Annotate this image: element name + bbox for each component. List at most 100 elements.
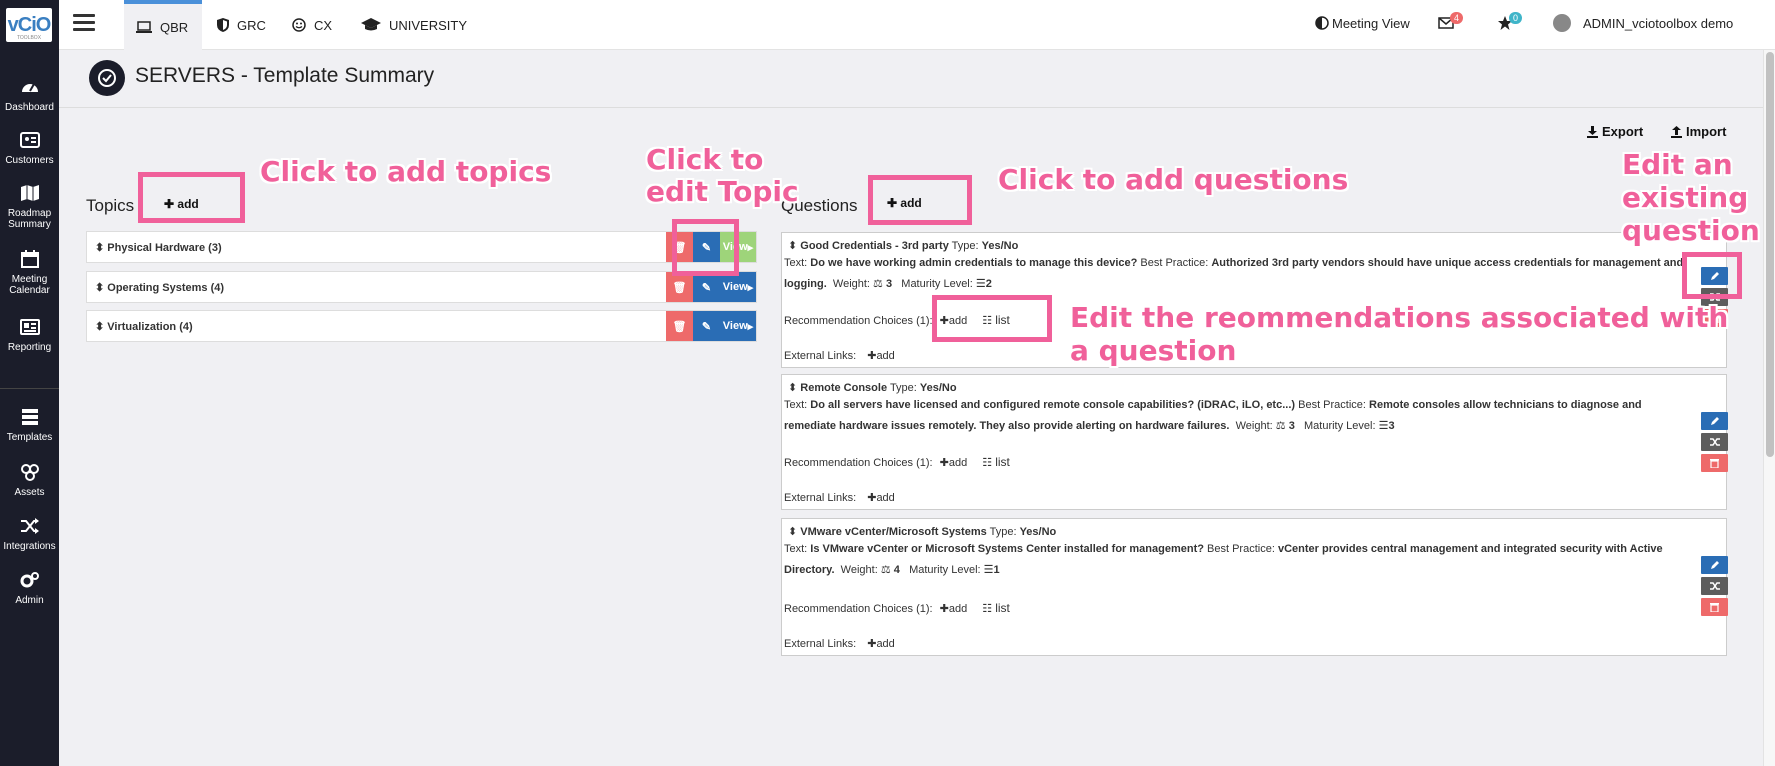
page-title: SERVERS - Template Summary bbox=[135, 64, 435, 87]
add-external-link-button[interactable]: ✚add bbox=[867, 492, 895, 504]
view-topic-button[interactable]: View ▸ bbox=[720, 272, 756, 302]
shuffle-icon bbox=[1709, 582, 1720, 590]
scrollbar[interactable] bbox=[1763, 50, 1775, 766]
list-ol-icon: ☰ bbox=[975, 278, 986, 290]
sidebar-item-assets[interactable]: Assets bbox=[0, 463, 59, 498]
question-card: ⬍ Remote Console Type: Yes/No Text: Do a… bbox=[781, 374, 1728, 510]
annotation-add-questions: Click to add questions bbox=[998, 163, 1349, 196]
user-menu[interactable]: ADMIN_vciotoolbox demo bbox=[1553, 0, 1733, 46]
sidebar-item-reporting[interactable]: Reporting bbox=[0, 318, 59, 353]
map-icon bbox=[20, 185, 39, 201]
app-logo[interactable]: vCiO TOOLBOX bbox=[6, 8, 52, 42]
annotation-edit-recs-line2: a question bbox=[1070, 334, 1237, 367]
shield-icon bbox=[217, 18, 229, 32]
sidebar: vCiO TOOLBOX Dashboard Customers Roadmap… bbox=[0, 0, 59, 766]
templates-icon bbox=[21, 409, 38, 425]
add-external-link-button[interactable]: ✚add bbox=[867, 350, 895, 362]
edit-question-button[interactable] bbox=[1701, 412, 1728, 430]
shuffle-icon bbox=[1709, 438, 1720, 446]
annotation-edit-topic-line1: Click to bbox=[646, 143, 764, 176]
topic-row[interactable]: ⬍ Physical Hardware (3) 🗑 ✎ View ▸ bbox=[86, 231, 757, 263]
edit-question-button[interactable] bbox=[1701, 556, 1728, 574]
external-links-row: External Links: ✚add bbox=[784, 638, 895, 650]
star-count-badge: 0 bbox=[1509, 12, 1523, 24]
delete-topic-button[interactable]: 🗑 bbox=[666, 272, 693, 302]
sidebar-item-roadmap[interactable]: Roadmap Summary bbox=[0, 184, 59, 230]
annotation-edit-question-line1: Edit an bbox=[1622, 148, 1733, 181]
topic-name: ⬍ Operating Systems (4) bbox=[95, 282, 225, 294]
menu-toggle-icon[interactable] bbox=[73, 14, 95, 32]
pencil-icon bbox=[1710, 561, 1719, 569]
tab-grc[interactable]: GRC bbox=[217, 0, 266, 50]
view-topic-button[interactable]: View ▸ bbox=[720, 311, 756, 341]
list-ol-icon: ☰ bbox=[983, 564, 994, 576]
move-question-button[interactable] bbox=[1701, 433, 1728, 451]
admin-icon bbox=[20, 572, 39, 588]
trash-icon: 🗑 bbox=[672, 281, 687, 294]
add-external-link-button[interactable]: ✚add bbox=[867, 638, 895, 650]
annotation-add-topics: Click to add topics bbox=[260, 155, 552, 188]
sidebar-item-dashboard[interactable]: Dashboard bbox=[0, 78, 59, 113]
delete-topic-button[interactable]: 🗑 bbox=[666, 311, 693, 341]
sidebar-item-admin[interactable]: Admin bbox=[0, 571, 59, 606]
avatar bbox=[1553, 14, 1571, 32]
meeting-view-toggle[interactable]: Meeting View bbox=[1315, 0, 1410, 46]
list-ol-icon: ☰ bbox=[1378, 420, 1389, 432]
annotation-edit-topic-line2: edit Topic bbox=[646, 175, 799, 208]
annotation-box-edit-question bbox=[1682, 252, 1742, 299]
smile-icon bbox=[292, 18, 306, 32]
scroll-thumb[interactable] bbox=[1766, 52, 1774, 457]
sidebar-item-customers[interactable]: Customers bbox=[0, 131, 59, 166]
trash-icon: 🗑 bbox=[672, 320, 687, 333]
move-question-button[interactable] bbox=[1701, 577, 1728, 595]
list-recommendation-button[interactable]: ☷ list bbox=[982, 601, 1010, 615]
annotation-edit-question-line3: question bbox=[1622, 214, 1760, 247]
edit-topic-button[interactable]: ✎ bbox=[693, 272, 720, 302]
annotation-edit-question-line2: existing bbox=[1622, 181, 1749, 214]
reporting-icon bbox=[19, 319, 40, 335]
add-recommendation-button[interactable]: ✚add bbox=[940, 603, 968, 615]
tab-qbr[interactable]: QBR bbox=[124, 0, 202, 50]
annotation-box-edit-topic bbox=[672, 219, 739, 276]
question-card: ⬍ Good Credentials - 3rd party Type: Yes… bbox=[781, 232, 1728, 368]
sidebar-item-templates[interactable]: Templates bbox=[0, 408, 59, 443]
add-recommendation-button[interactable]: ✚add bbox=[940, 457, 968, 469]
question-body: Text: Do all servers have licensed and c… bbox=[784, 399, 1642, 432]
tab-university[interactable]: UNIVERSITY bbox=[361, 0, 467, 50]
trash-icon bbox=[1710, 603, 1719, 612]
external-links-row: External Links: ✚add bbox=[784, 350, 895, 362]
question-header: ⬍ Remote Console Type: Yes/No bbox=[788, 382, 957, 394]
question-header: ⬍ VMware vCenter/Microsoft Systems Type:… bbox=[788, 526, 1057, 538]
question-body: Text: Do we have working admin credentia… bbox=[784, 257, 1684, 290]
sort-icon: ⬍ bbox=[95, 242, 108, 254]
list-recommendation-button[interactable]: ☷ list bbox=[982, 455, 1010, 469]
mail-button[interactable] bbox=[1438, 0, 1454, 46]
external-links-row: External Links: ✚add bbox=[784, 492, 895, 504]
caret-right-icon: ▸ bbox=[747, 241, 754, 254]
toggle-icon bbox=[1315, 16, 1329, 30]
export-button[interactable]: Export bbox=[1587, 124, 1643, 139]
delete-question-button[interactable] bbox=[1701, 598, 1728, 616]
annotation-box-recommendations bbox=[932, 295, 1052, 342]
balance-scale-icon: ⚖ bbox=[880, 564, 891, 576]
list-icon: ☷ bbox=[982, 457, 993, 469]
question-body: Text: Is VMware vCenter or Microsoft Sys… bbox=[784, 543, 1663, 576]
sidebar-item-meeting-calendar[interactable]: Meeting Calendar bbox=[0, 250, 59, 296]
star-button[interactable] bbox=[1498, 0, 1512, 46]
tab-cx[interactable]: CX bbox=[292, 0, 332, 50]
page-header: SERVERS - Template Summary bbox=[59, 50, 1763, 108]
mail-count-badge: 4 bbox=[1450, 12, 1464, 24]
topic-row[interactable]: ⬍ Operating Systems (4) 🗑 ✎ View ▸ bbox=[86, 271, 757, 303]
download-icon bbox=[1587, 125, 1598, 138]
sidebar-item-integrations[interactable]: Integrations bbox=[0, 517, 59, 552]
topics-heading: Topics bbox=[86, 196, 135, 215]
pencil-icon: ✎ bbox=[701, 320, 712, 333]
topic-row[interactable]: ⬍ Virtualization (4) 🗑 ✎ View ▸ bbox=[86, 310, 757, 342]
question-card: ⬍ VMware vCenter/Microsoft Systems Type:… bbox=[781, 518, 1728, 656]
dashboard-icon bbox=[21, 83, 38, 92]
import-button[interactable]: Import bbox=[1671, 124, 1726, 139]
graduation-cap-icon bbox=[361, 18, 381, 31]
delete-question-button[interactable] bbox=[1701, 454, 1728, 472]
integrations-icon bbox=[20, 518, 39, 534]
edit-topic-button[interactable]: ✎ bbox=[693, 311, 720, 341]
